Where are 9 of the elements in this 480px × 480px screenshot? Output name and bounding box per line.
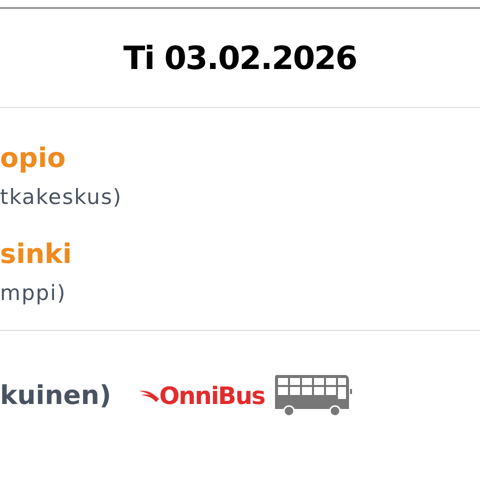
brand-name: OnniBus (159, 382, 265, 410)
city-name: sinki (0, 238, 73, 272)
bus-icon (274, 375, 353, 417)
ticket-type: kuinen) (0, 381, 112, 411)
station-name: mppi) (0, 280, 68, 307)
date-title: Ti 03.02.2026 (123, 39, 357, 77)
station-name: tkakeskus) (0, 184, 124, 211)
city-name: opio (0, 142, 67, 176)
wing-icon (139, 389, 160, 403)
